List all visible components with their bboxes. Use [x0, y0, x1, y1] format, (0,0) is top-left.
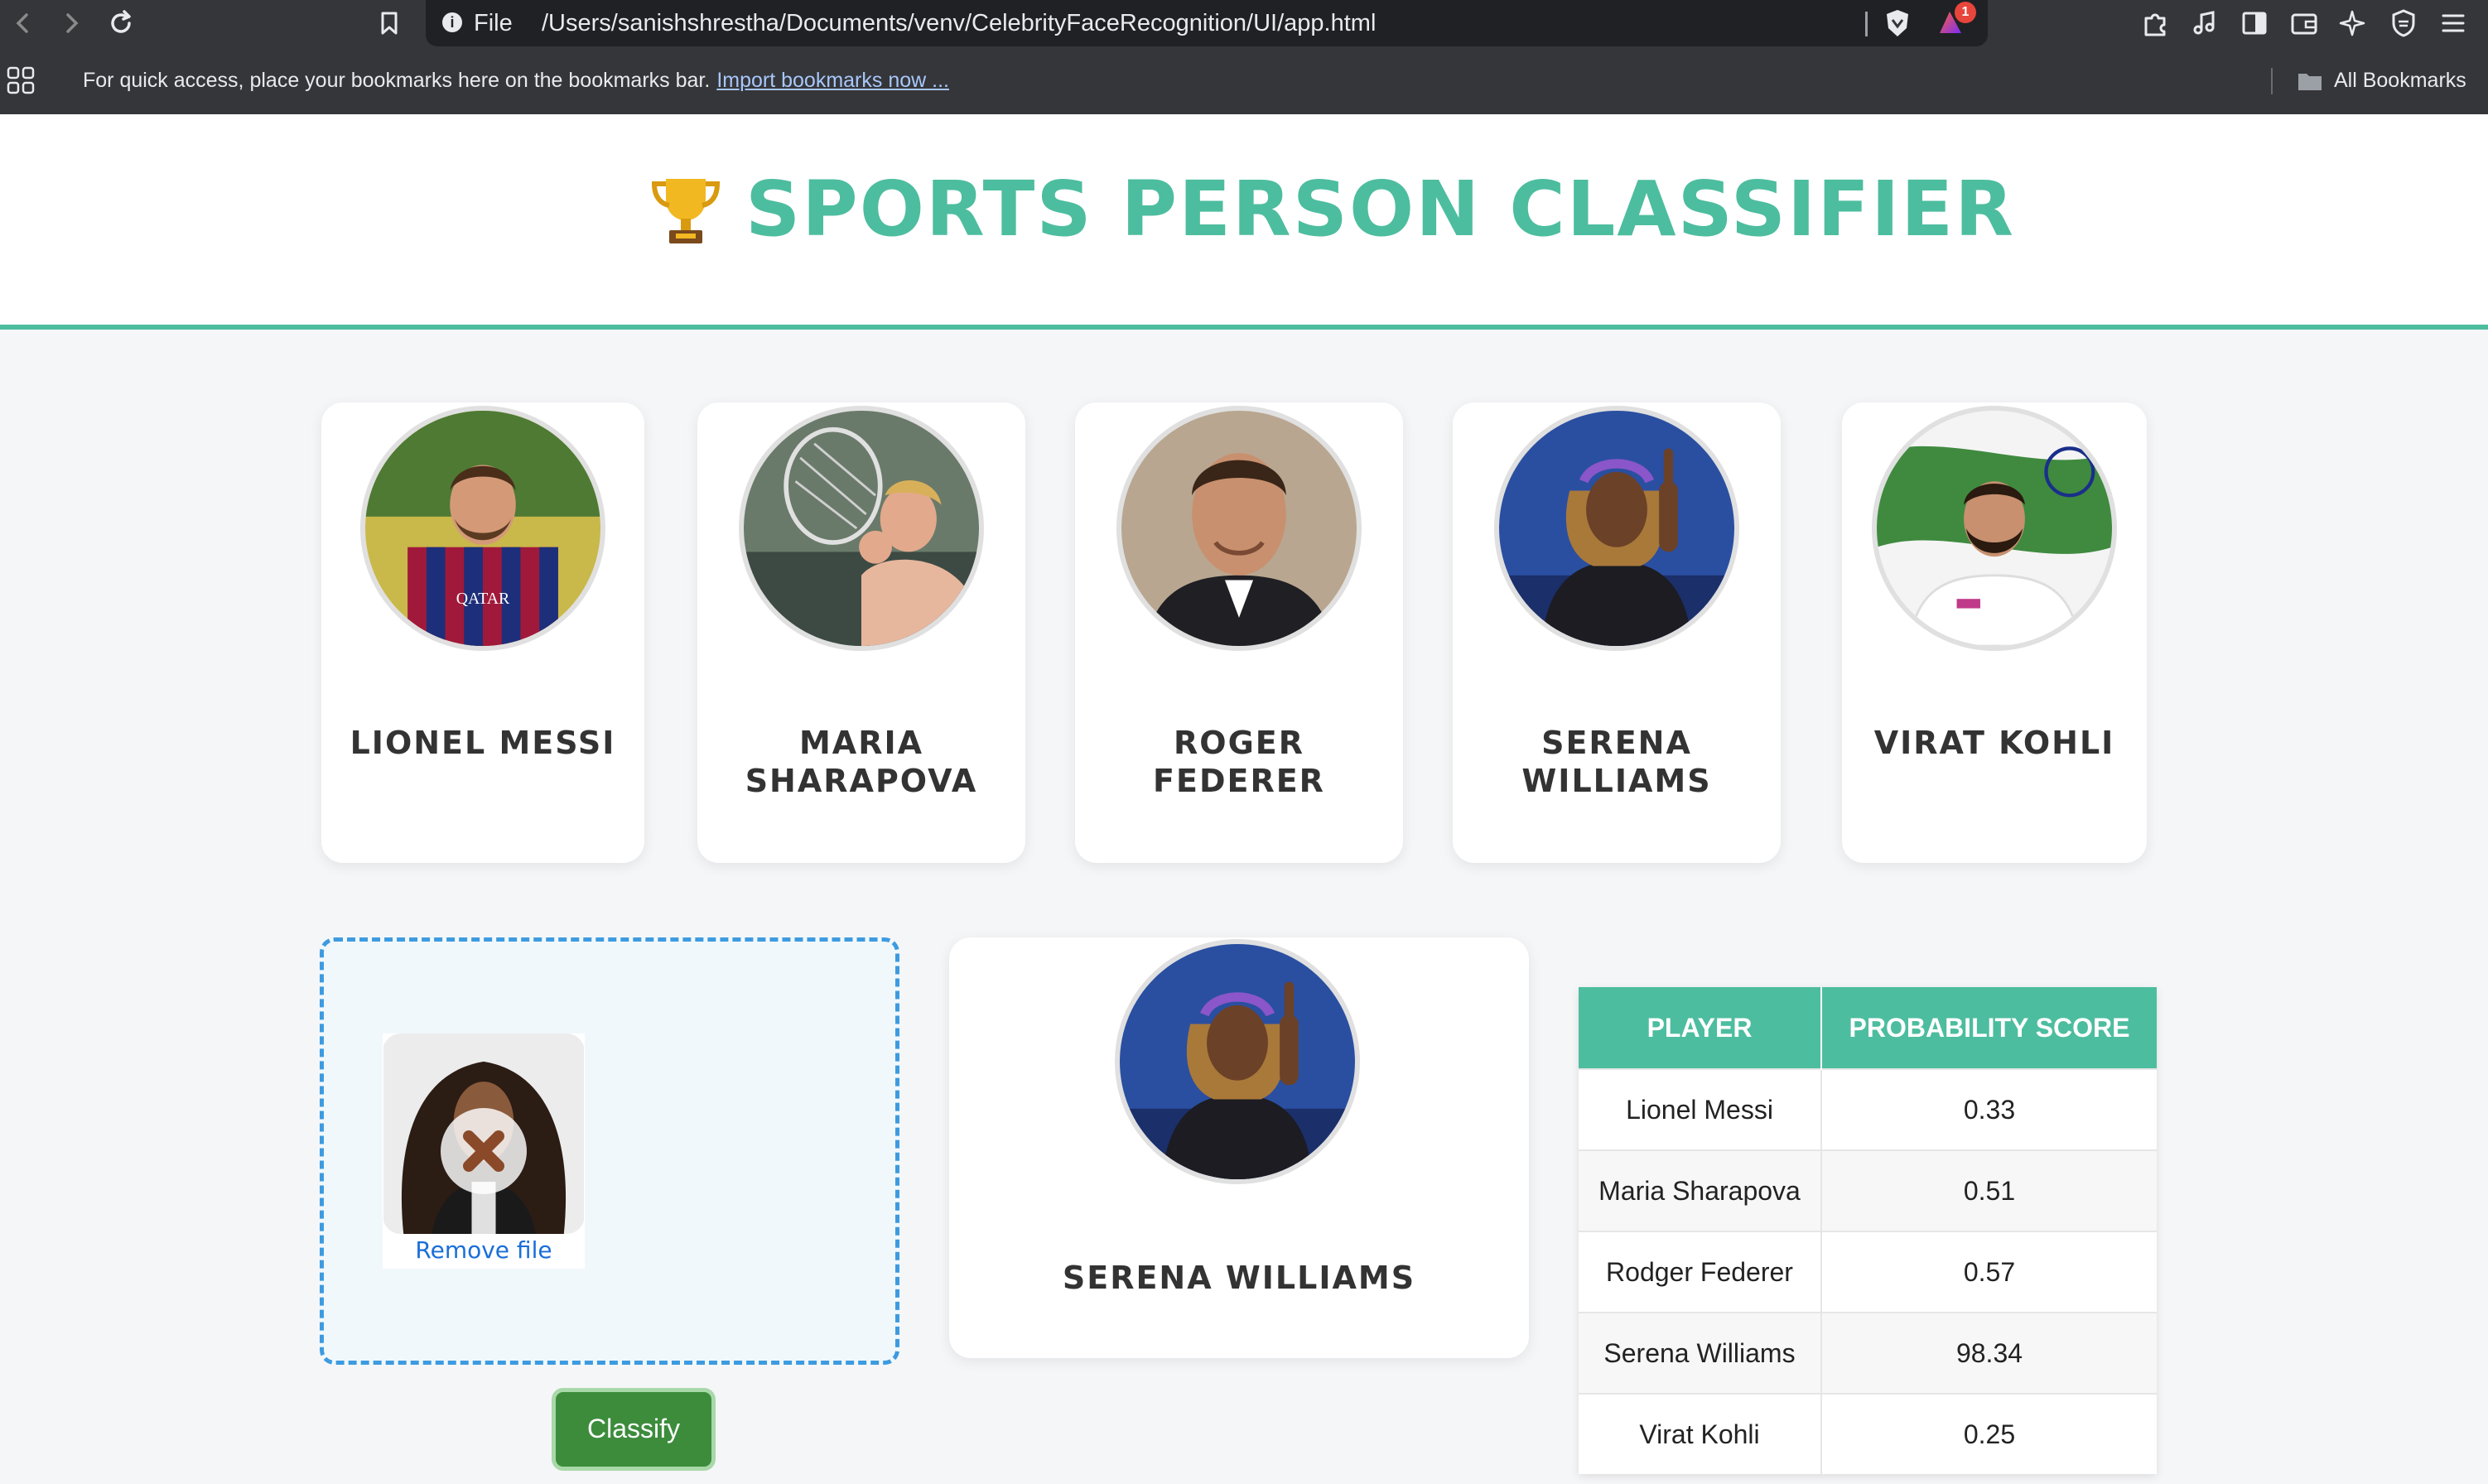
- cell-score: 0.25: [1821, 1393, 2157, 1474]
- result-player-name: SERENA WILLIAMS: [1062, 1260, 1416, 1296]
- player-name-serena: SERENA WILLIAMS: [1453, 724, 1781, 800]
- sidebar-button[interactable]: [2238, 7, 2271, 40]
- vpn-shield-icon: [2392, 9, 2415, 37]
- divider: [2271, 68, 2273, 94]
- bookmark-button[interactable]: [373, 7, 406, 40]
- info-icon[interactable]: i: [442, 12, 462, 32]
- all-bookmarks-button[interactable]: All Bookmarks: [2334, 68, 2466, 93]
- player-name-line: WILLIAMS: [1521, 763, 1712, 799]
- page-title: SPORTS PERSON CLASSIFIER: [745, 165, 2015, 253]
- cell-score: 98.34: [1821, 1312, 2157, 1394]
- player-name-line: VIRAT KOHLI: [1873, 725, 2115, 761]
- url-scheme: File: [474, 10, 513, 36]
- cell-player: Serena Williams: [1579, 1312, 1822, 1394]
- bookmarks-hint-text: For quick access, place your bookmarks h…: [83, 69, 711, 92]
- player-name-sharapova: MARIA SHARAPOVA: [697, 724, 1025, 800]
- reload-icon: [111, 10, 131, 33]
- apps-grid-icon[interactable]: [7, 66, 35, 94]
- back-button[interactable]: [7, 7, 40, 40]
- player-photo-serena: [1494, 406, 1739, 651]
- notification-badge: 1: [1955, 2, 1976, 23]
- table-row: Maria Sharapova 0.51: [1579, 1149, 2157, 1231]
- wallet-icon: [2291, 13, 2317, 35]
- cell-score: 0.33: [1821, 1068, 2157, 1150]
- player-name-kohli: VIRAT KOHLI: [1842, 724, 2147, 762]
- chevron-right-icon: [66, 13, 79, 33]
- media-button[interactable]: [2188, 7, 2221, 40]
- page-header: SPORTS PERSON CLASSIFIER: [0, 114, 2488, 330]
- sidebar-icon: [2242, 12, 2267, 35]
- folder-icon: [2298, 74, 2322, 90]
- player-photo-kohli: [1872, 406, 2117, 651]
- player-name-line: MARIA: [798, 725, 924, 761]
- column-header-score: PROBABILITY SCORE: [1821, 987, 2157, 1069]
- player-name-line: ROGER: [1174, 725, 1304, 761]
- hamburger-menu-icon: [2442, 14, 2465, 32]
- bookmark-icon: [381, 12, 398, 35]
- cell-score: 0.57: [1821, 1231, 2157, 1313]
- extensions-button[interactable]: [2138, 7, 2172, 40]
- menu-button[interactable]: [2437, 7, 2470, 40]
- import-bookmarks-link[interactable]: Import bookmarks now ...: [716, 69, 949, 92]
- classify-button[interactable]: Classify: [552, 1388, 716, 1471]
- table-row: Virat Kohli 0.25: [1579, 1393, 2157, 1474]
- cell-player: Virat Kohli: [1579, 1393, 1822, 1474]
- cell-player: Lionel Messi: [1579, 1068, 1822, 1150]
- table-header-row: PLAYER PROBABILITY SCORE: [1579, 987, 2157, 1069]
- table-row: Serena Williams 98.34: [1579, 1312, 2157, 1394]
- player-name-line: SHARAPOVA: [745, 763, 978, 799]
- brave-shield-icon[interactable]: [1883, 8, 1912, 38]
- forward-button[interactable]: [55, 7, 88, 40]
- remove-file-link[interactable]: Remove file: [383, 1236, 585, 1265]
- player-name-line: FEDERER: [1153, 763, 1325, 799]
- svg-text:QATAR: QATAR: [456, 590, 510, 608]
- player-photo-sharapova: [739, 406, 984, 651]
- wallet-button[interactable]: [2288, 7, 2321, 40]
- puzzle-icon: [2144, 13, 2166, 36]
- cell-player: Maria Sharapova: [1579, 1149, 1822, 1231]
- music-note-icon: [2193, 11, 2215, 35]
- cell-player: Rodger Federer: [1579, 1231, 1822, 1313]
- player-photo-messi: QATAR: [360, 406, 605, 651]
- player-name-line: LIONEL MESSI: [350, 725, 616, 761]
- result-player-photo: [1115, 939, 1360, 1184]
- sparkle-icon: [2339, 10, 2365, 36]
- trophy-icon: [651, 179, 721, 243]
- player-name-federer: ROGER FEDERER: [1075, 724, 1403, 800]
- column-header-player: PLAYER: [1579, 987, 1822, 1069]
- bookmarks-bar-message: For quick access, place your bookmarks h…: [83, 68, 949, 93]
- player-photo-federer: [1116, 406, 1362, 651]
- reload-button[interactable]: [104, 7, 137, 40]
- cell-score: 0.51: [1821, 1149, 2157, 1231]
- table-row: Rodger Federer 0.57: [1579, 1231, 2157, 1313]
- probability-table: PLAYER PROBABILITY SCORE Lionel Messi 0.…: [1579, 987, 2157, 1474]
- leo-ai-button[interactable]: [2337, 7, 2370, 40]
- chevron-left-icon: [16, 13, 28, 33]
- table-row: Lionel Messi 0.33: [1579, 1068, 2157, 1150]
- divider: [1865, 12, 1868, 36]
- close-icon: [463, 1130, 504, 1172]
- player-name-messi: LIONEL MESSI: [321, 724, 644, 762]
- player-name-line: SERENA: [1541, 725, 1692, 761]
- vpn-button[interactable]: [2387, 7, 2420, 40]
- url-text[interactable]: /Users/sanishshrestha/Documents/venv/Cel…: [542, 8, 1376, 38]
- remove-file-button[interactable]: [441, 1108, 527, 1194]
